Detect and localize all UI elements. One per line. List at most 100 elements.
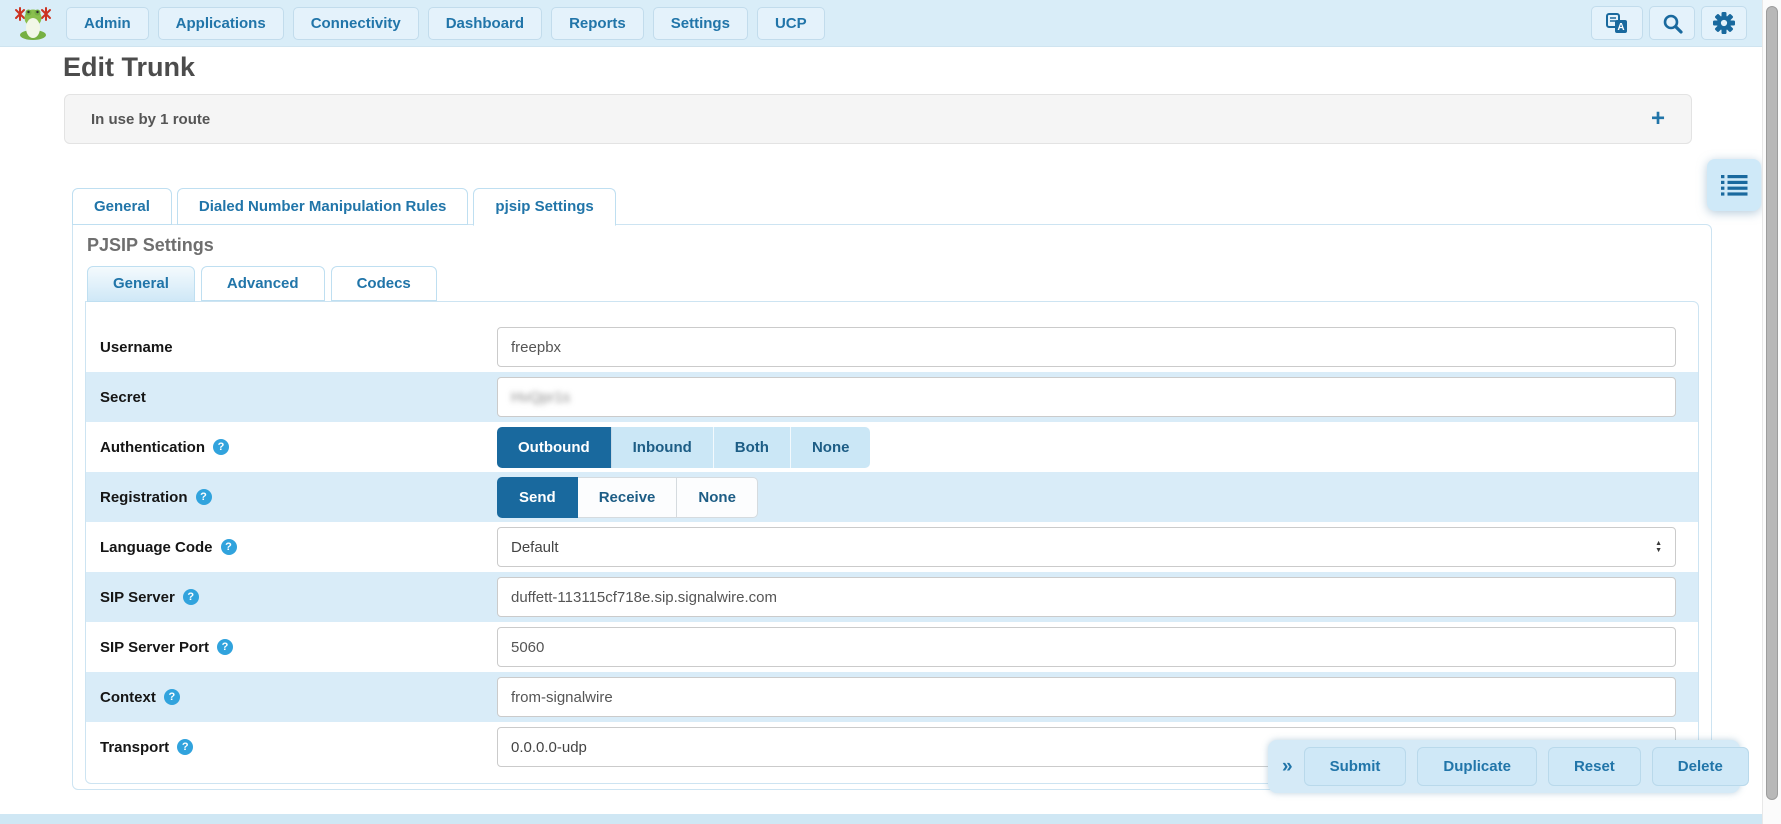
registration-label: Registration xyxy=(100,489,188,506)
help-icon[interactable]: ? xyxy=(213,439,229,455)
language-button[interactable]: A xyxy=(1591,6,1643,40)
svg-text:A: A xyxy=(1617,22,1624,33)
language-code-label: Language Code xyxy=(100,539,213,556)
freepbx-frog-logo[interactable] xyxy=(14,5,52,41)
subtab-general[interactable]: General xyxy=(87,266,195,302)
pjsip-subtabs: GeneralAdvancedCodecs xyxy=(87,266,1699,301)
help-icon[interactable]: ? xyxy=(221,539,237,555)
language-code-select[interactable]: Default ▲▼ xyxy=(497,527,1676,567)
help-icon[interactable]: ? xyxy=(164,689,180,705)
authentication-option-outbound[interactable]: Outbound xyxy=(497,427,612,468)
username-input[interactable]: freepbx xyxy=(497,327,1676,367)
tab-pjsip-settings[interactable]: pjsip Settings xyxy=(473,188,615,226)
control-cell: freepbx xyxy=(497,327,1698,367)
control-cell: from-signalwire xyxy=(497,677,1698,717)
control-cell: Default ▲▼ xyxy=(497,527,1698,567)
field-label-cell: Language Code? xyxy=(100,539,497,556)
expand-plus-icon[interactable]: + xyxy=(1651,109,1665,129)
secret-input[interactable]: HvQpr1s xyxy=(497,377,1676,417)
field-row-authentication: Authentication?OutboundInboundBothNone xyxy=(86,422,1698,472)
authentication-option-none[interactable]: None xyxy=(791,427,871,468)
action-buttons: Submit Duplicate Reset Delete xyxy=(1304,747,1749,786)
transport-label: Transport xyxy=(100,739,169,756)
help-icon[interactable]: ? xyxy=(196,489,212,505)
secret-value: HvQpr1s xyxy=(511,389,570,406)
authentication-option-inbound[interactable]: Inbound xyxy=(612,427,714,468)
settings-gear-button[interactable] xyxy=(1701,6,1747,40)
trunk-list-button[interactable] xyxy=(1707,159,1761,211)
submit-button[interactable]: Submit xyxy=(1304,747,1407,786)
nav-icon-buttons: A xyxy=(1591,6,1747,40)
duplicate-button[interactable]: Duplicate xyxy=(1417,747,1537,786)
username-value: freepbx xyxy=(511,339,561,356)
field-row-secret: Secret HvQpr1s xyxy=(86,372,1698,422)
sip-server-port-input[interactable]: 5060 xyxy=(497,627,1676,667)
control-cell: OutboundInboundBothNone xyxy=(497,427,1698,468)
context-label: Context xyxy=(100,689,156,706)
sip-server-value: duffett-113115cf718e.sip.signalwire.com xyxy=(511,589,777,606)
username-label: Username xyxy=(100,339,173,356)
nav-item-dashboard[interactable]: Dashboard xyxy=(428,7,542,40)
form-action-bar: » SubmitDuplicateResetDelete xyxy=(1268,740,1740,793)
page-title: Edit Trunk xyxy=(63,52,195,83)
usage-panel: In use by 1 route + xyxy=(64,94,1692,144)
language-code-value: Default xyxy=(511,539,559,556)
nav-item-admin[interactable]: Admin xyxy=(66,7,149,40)
search-icon xyxy=(1662,13,1683,34)
nav-item-settings[interactable]: Settings xyxy=(653,7,748,40)
scrollbar-thumb[interactable] xyxy=(1766,6,1778,800)
control-cell: SendReceiveNone xyxy=(497,477,1698,518)
tab-dialed-number-manipulation-rules[interactable]: Dialed Number Manipulation Rules xyxy=(177,188,469,225)
collapse-chevron-icon[interactable]: » xyxy=(1282,756,1293,778)
top-navbar: Admin Applications Connectivity Dashboard Re… xyxy=(0,0,1781,47)
registration-option-receive[interactable]: Receive xyxy=(578,477,678,518)
scrollbar-track xyxy=(1762,0,1781,824)
gear-icon xyxy=(1712,11,1736,35)
nav-item-reports[interactable]: Reports xyxy=(551,7,644,40)
delete-button[interactable]: Delete xyxy=(1652,747,1749,786)
search-button[interactable] xyxy=(1649,6,1695,40)
sip-server-port-label: SIP Server Port xyxy=(100,639,209,656)
context-input[interactable]: from-signalwire xyxy=(497,677,1676,717)
field-label-cell: Username xyxy=(100,339,497,356)
registration-option-send[interactable]: Send xyxy=(497,477,578,518)
field-label-cell: Transport? xyxy=(100,739,497,756)
nav-item-connectivity[interactable]: Connectivity xyxy=(293,7,419,40)
freepbx-admin-page: Admin Applications Connectivity Dashboard Re… xyxy=(0,0,1781,824)
authentication-radio-group: OutboundInboundBothNone xyxy=(497,427,870,468)
language-icon: A xyxy=(1606,13,1628,34)
field-label-cell: SIP Server? xyxy=(100,589,497,606)
subtab-codecs[interactable]: Codecs xyxy=(331,266,437,301)
control-cell: HvQpr1s xyxy=(497,377,1698,417)
reset-button[interactable]: Reset xyxy=(1548,747,1641,786)
section-title: PJSIP Settings xyxy=(87,235,1699,256)
control-cell: duffett-113115cf718e.sip.signalwire.com xyxy=(497,577,1698,617)
field-label-cell: Context? xyxy=(100,689,497,706)
sip-server-input[interactable]: duffett-113115cf718e.sip.signalwire.com xyxy=(497,577,1676,617)
pjsip-settings-panel: PJSIP Settings GeneralAdvancedCodecs Use… xyxy=(72,224,1712,790)
pjsip-general-form: Username freepbx Secret HvQpr1s Authenticati… xyxy=(85,301,1699,784)
help-icon[interactable]: ? xyxy=(183,589,199,605)
sip-server-label: SIP Server xyxy=(100,589,175,606)
transport-value: 0.0.0.0-udp xyxy=(511,739,587,756)
registration-option-none[interactable]: None xyxy=(677,477,758,518)
tab-general[interactable]: General xyxy=(72,188,172,225)
footer-strip xyxy=(0,814,1781,824)
authentication-option-both[interactable]: Both xyxy=(714,427,791,468)
field-row-sip-server-port: SIP Server Port?5060 xyxy=(86,622,1698,672)
registration-radio-group: SendReceiveNone xyxy=(497,477,758,518)
field-label-cell: Registration? xyxy=(100,489,497,506)
help-icon[interactable]: ? xyxy=(217,639,233,655)
nav-item-applications[interactable]: Applications xyxy=(158,7,284,40)
usage-text: In use by 1 route xyxy=(91,111,210,128)
help-icon[interactable]: ? xyxy=(177,739,193,755)
secret-label: Secret xyxy=(100,389,146,406)
field-label-cell: Authentication? xyxy=(100,439,497,456)
subtab-advanced[interactable]: Advanced xyxy=(201,266,325,301)
nav-item-ucp[interactable]: UCP xyxy=(757,7,825,40)
field-label-cell: Secret xyxy=(100,389,497,406)
select-caret-icon: ▲▼ xyxy=(1655,540,1662,554)
field-label-cell: SIP Server Port? xyxy=(100,639,497,656)
control-cell: 5060 xyxy=(497,627,1698,667)
authentication-label: Authentication xyxy=(100,439,205,456)
